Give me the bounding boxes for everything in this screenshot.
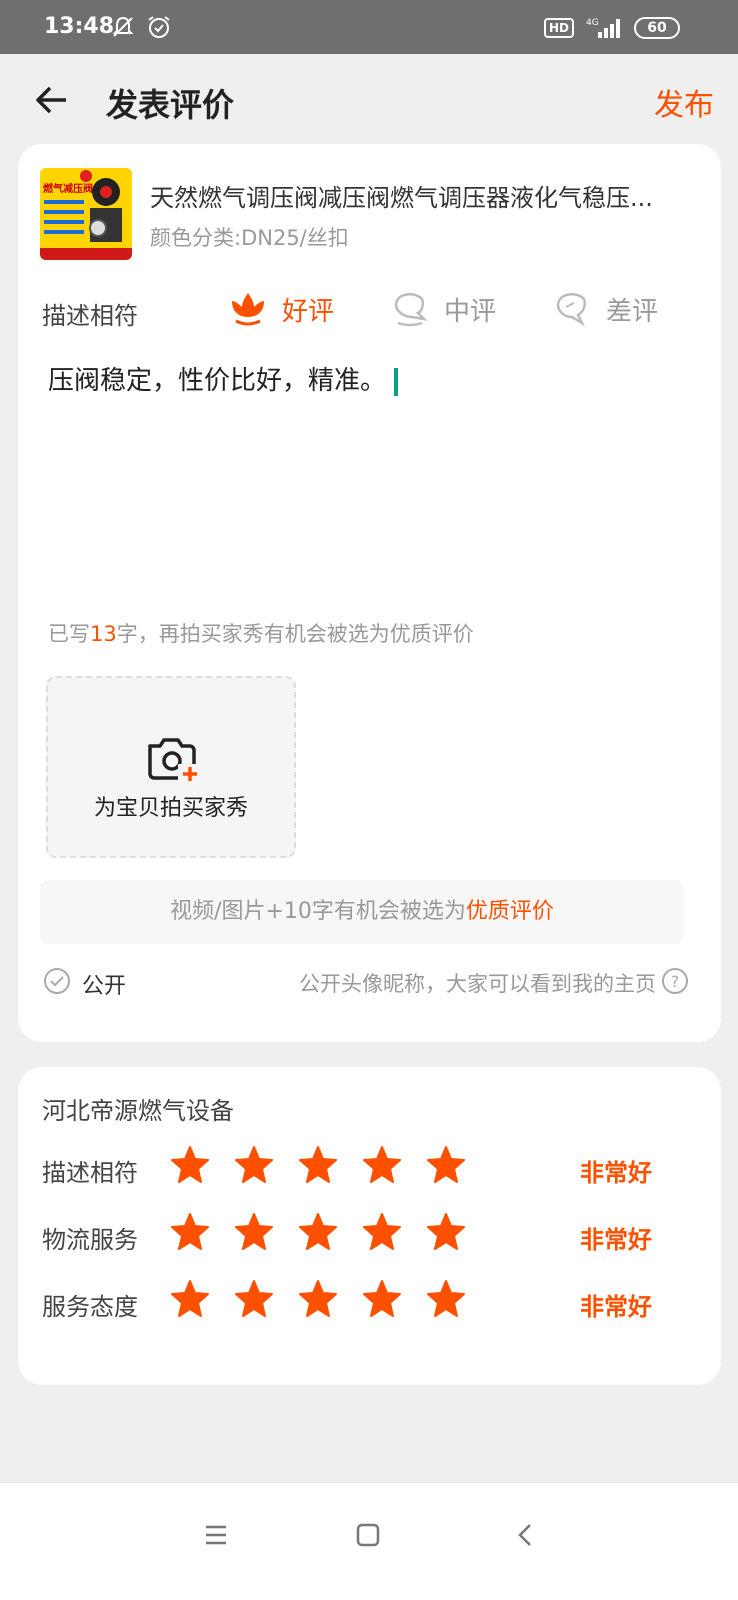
score-row-logistics: 物流服务 非常好 bbox=[42, 1210, 702, 1260]
rating-option-label: 差评 bbox=[606, 296, 659, 327]
status-time: 13:48 bbox=[44, 14, 115, 39]
menu-icon[interactable] bbox=[196, 1515, 236, 1555]
home-icon[interactable] bbox=[348, 1515, 388, 1555]
nav-header: 发表评价 发布 bbox=[0, 54, 738, 144]
star-icon[interactable] bbox=[426, 1212, 466, 1252]
status-icons-right: HD 4G 60 bbox=[543, 16, 680, 40]
star-icon[interactable] bbox=[234, 1279, 274, 1319]
star-icon[interactable] bbox=[170, 1279, 210, 1319]
public-description: 公开头像昵称，大家可以看到我的主页 bbox=[299, 972, 656, 996]
camera-add-icon bbox=[148, 738, 202, 784]
star-icon[interactable] bbox=[234, 1145, 274, 1185]
status-bar: 13:48 HD 4G 60 bbox=[0, 0, 738, 54]
page-title: 发表评价 bbox=[106, 86, 235, 124]
char-count-hint: 已写13字，再拍买家秀有机会被选为优质评价 bbox=[48, 618, 474, 648]
add-photo-label: 为宝贝拍买家秀 bbox=[93, 796, 248, 821]
rating-option-label: 中评 bbox=[444, 296, 497, 327]
thumb-text: 燃气减压阀 bbox=[43, 182, 93, 195]
check-circle-icon[interactable] bbox=[42, 966, 72, 996]
shop-rating-card: 河北帝源燃气设备 描述相符 非常好 物流服务 非常好 服务态度 非常好 bbox=[18, 1067, 721, 1385]
score-text: 非常好 bbox=[580, 1159, 652, 1187]
review-text: 压阀稳定，性价比好，精准。 bbox=[48, 366, 387, 396]
star-rating[interactable] bbox=[170, 1145, 466, 1185]
star-icon[interactable] bbox=[298, 1145, 338, 1185]
flower-bad-icon bbox=[556, 293, 586, 327]
arrow-left-icon[interactable] bbox=[32, 80, 72, 120]
product-title[interactable]: 天然燃气调压阀减压阀燃气调压器液化气稳压... bbox=[150, 178, 695, 213]
signal-icon: 4G bbox=[586, 18, 620, 38]
rating-option-label: 好评 bbox=[282, 296, 335, 327]
rating-option-bad[interactable]: 差评 bbox=[554, 284, 658, 334]
star-icon[interactable] bbox=[170, 1212, 210, 1252]
star-icon[interactable] bbox=[362, 1212, 402, 1252]
star-icon[interactable] bbox=[426, 1145, 466, 1185]
review-textarea[interactable]: 压阀稳定，性价比好，精准。 bbox=[48, 360, 399, 397]
star-rating[interactable] bbox=[170, 1212, 466, 1252]
score-label: 物流服务 bbox=[42, 1226, 138, 1254]
quality-tip: 视频/图片+10字有机会被选为优质评价 bbox=[40, 880, 684, 944]
char-count: 13 bbox=[90, 622, 117, 646]
star-icon[interactable] bbox=[362, 1145, 402, 1185]
status-icons-left bbox=[110, 14, 172, 40]
public-label: 公开 bbox=[82, 974, 127, 999]
product-sku: 颜色分类:DN25/丝扣 bbox=[150, 226, 349, 250]
star-icon[interactable] bbox=[298, 1279, 338, 1319]
score-label: 描述相符 bbox=[42, 1159, 138, 1187]
star-rating[interactable] bbox=[170, 1279, 466, 1319]
add-photo-button[interactable]: 为宝贝拍买家秀 bbox=[46, 676, 296, 858]
star-icon[interactable] bbox=[426, 1279, 466, 1319]
help-icon[interactable]: ? bbox=[660, 966, 690, 996]
mute-icon bbox=[112, 16, 134, 37]
product-image: 燃气减压阀 bbox=[40, 168, 132, 260]
rating-option-good[interactable]: 好评 bbox=[230, 284, 334, 334]
shop-name: 河北帝源燃气设备 bbox=[42, 1097, 234, 1125]
char-hint-suffix: 字，再拍买家秀有机会被选为优质评价 bbox=[116, 622, 474, 646]
score-row-service: 服务态度 非常好 bbox=[42, 1277, 702, 1327]
star-icon[interactable] bbox=[298, 1212, 338, 1252]
star-icon[interactable] bbox=[234, 1212, 274, 1252]
text-cursor bbox=[394, 367, 399, 396]
score-text: 非常好 bbox=[580, 1293, 652, 1321]
back-nav-icon[interactable] bbox=[506, 1515, 546, 1555]
tip-highlight: 优质评价 bbox=[465, 899, 554, 924]
network-label: 4G bbox=[586, 18, 599, 28]
flower-mid-icon bbox=[394, 293, 428, 327]
star-icon[interactable] bbox=[170, 1145, 210, 1185]
public-toggle-row[interactable]: 公开 公开头像昵称，大家可以看到我的主页 ? bbox=[42, 966, 690, 1002]
flower-good-icon bbox=[232, 293, 264, 326]
alarm-icon bbox=[148, 16, 170, 38]
score-text: 非常好 bbox=[580, 1226, 652, 1254]
review-card: 燃气减压阀 天然燃气调压阀减压阀燃气调压器液化气稳压... 颜色分类:DN25/… bbox=[18, 144, 721, 1042]
rating-option-mid[interactable]: 中评 bbox=[392, 284, 496, 334]
char-hint-prefix: 已写 bbox=[48, 622, 90, 646]
tip-text: 视频/图片+10字有机会被选为 bbox=[170, 899, 466, 924]
score-label: 服务态度 bbox=[42, 1293, 138, 1321]
svg-text:?: ? bbox=[671, 972, 680, 991]
system-nav-bar bbox=[0, 1482, 738, 1600]
publish-button[interactable]: 发布 bbox=[654, 80, 714, 124]
hd-badge: HD bbox=[543, 18, 574, 38]
rating-label: 描述相符 bbox=[42, 302, 138, 330]
battery-indicator: 60 bbox=[634, 17, 680, 39]
score-row-description: 描述相符 非常好 bbox=[42, 1143, 702, 1193]
star-icon[interactable] bbox=[362, 1279, 402, 1319]
product-thumbnail[interactable]: 燃气减压阀 bbox=[40, 168, 132, 260]
